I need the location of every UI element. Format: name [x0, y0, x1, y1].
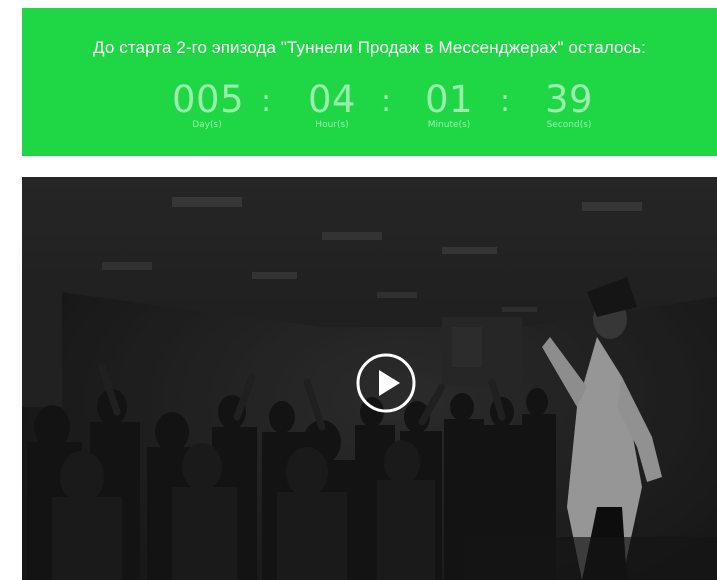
video-player[interactable]: [22, 177, 717, 580]
play-circle-icon[interactable]: [355, 352, 417, 414]
days-value: 005: [172, 78, 245, 121]
countdown-minutes: 01 Minute(s): [414, 78, 484, 131]
countdown-separator: :: [261, 84, 272, 119]
countdown-title: До старта 2-го эпизода "Туннели Продаж в…: [93, 38, 646, 57]
hours-value: 04: [307, 78, 357, 121]
countdown-separator: :: [500, 84, 511, 119]
countdown-separator: :: [381, 84, 392, 119]
seconds-label: Second(s): [546, 120, 592, 130]
hours-label: Hour(s): [315, 120, 349, 130]
days-label: Day(s): [192, 120, 222, 130]
countdown-days: 005 Day(s): [172, 78, 245, 131]
minutes-label: Minute(s): [427, 120, 471, 130]
minutes-value: 01: [424, 78, 474, 121]
countdown-timer: 005 Day(s) : 04 Hour(s) : 01 Minute(s) :…: [172, 80, 622, 140]
countdown-seconds: 39 Second(s): [529, 78, 609, 131]
countdown-hours: 04 Hour(s): [297, 78, 367, 131]
seconds-value: 39: [544, 78, 594, 121]
countdown-banner: До старта 2-го эпизода "Туннели Продаж в…: [22, 8, 717, 156]
